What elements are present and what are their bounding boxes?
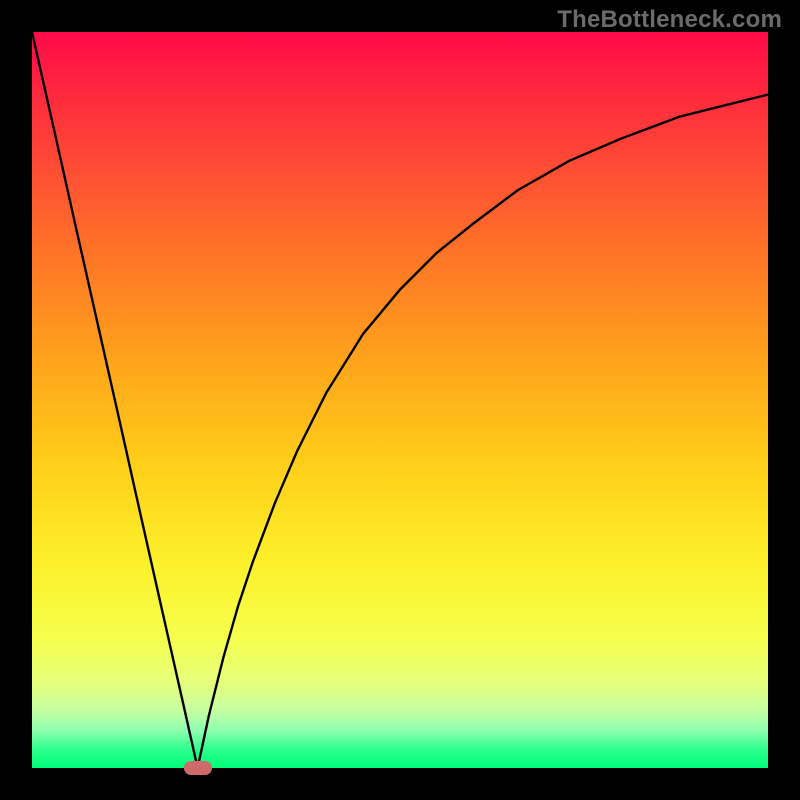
chart-frame: TheBottleneck.com xyxy=(0,0,800,800)
curve-svg xyxy=(32,32,768,768)
watermark-text: TheBottleneck.com xyxy=(557,6,782,34)
minimum-marker xyxy=(184,761,212,775)
curve-right-branch xyxy=(198,95,768,768)
curve-left-branch xyxy=(32,32,198,768)
plot-area xyxy=(32,32,768,768)
